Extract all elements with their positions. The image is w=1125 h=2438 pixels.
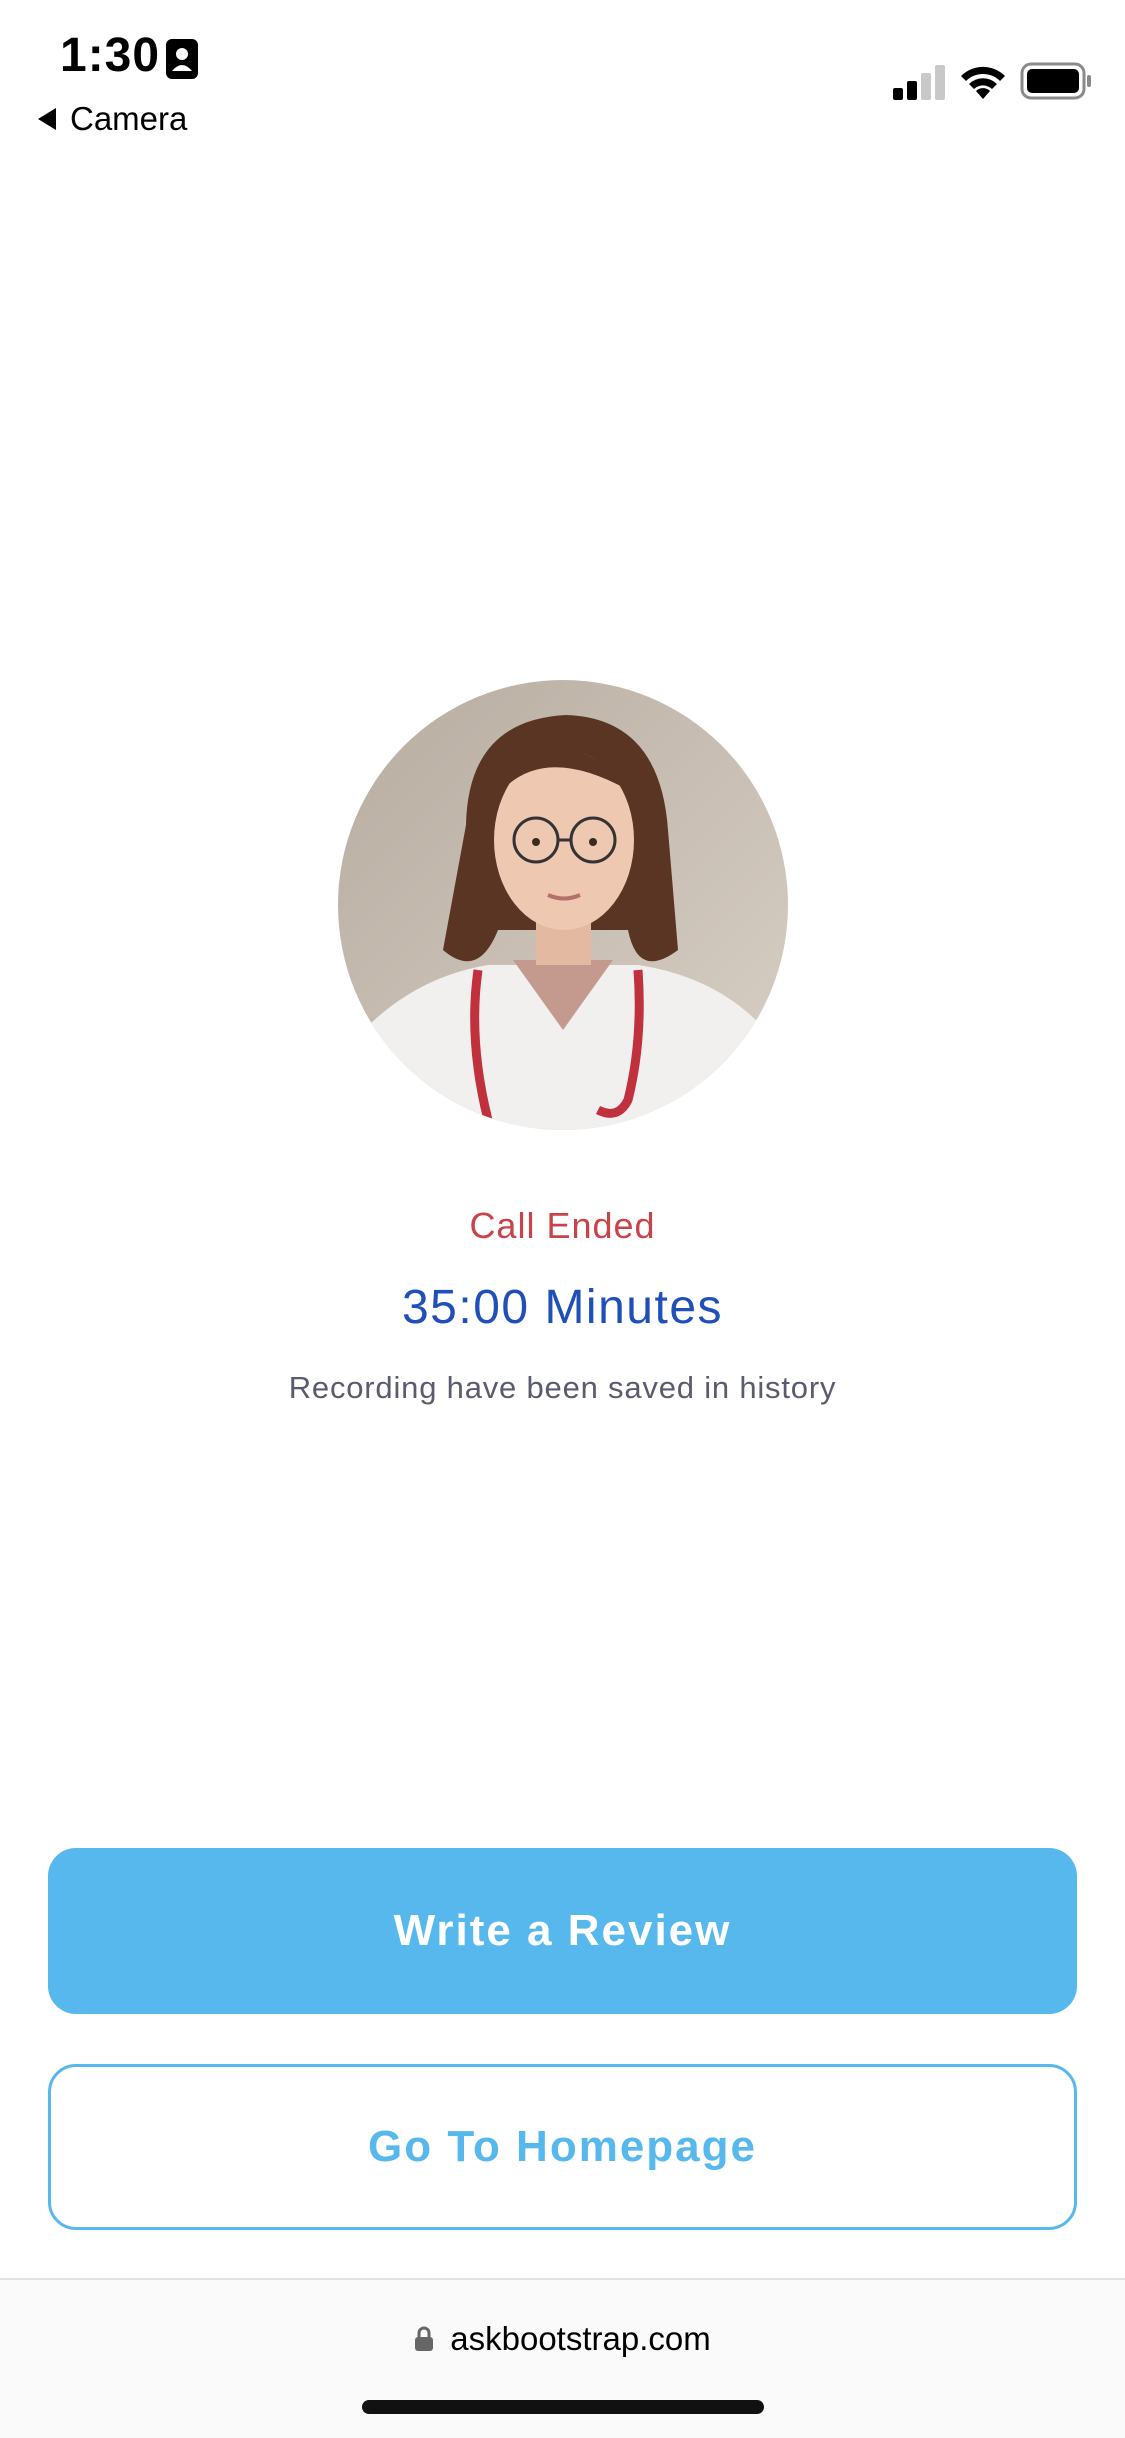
write-review-button[interactable]: Write a Review [48,1848,1077,2014]
doctor-avatar [338,680,788,1130]
back-to-camera-link[interactable]: Camera [38,100,187,138]
cellular-signal-icon [893,65,945,100]
back-arrow-icon [38,108,56,130]
wifi-icon [961,66,1005,99]
browser-address-bar: askbootstrap.com [0,2278,1125,2438]
call-status-text: Call Ended [469,1205,656,1246]
recording-note: Recording have been saved in history [288,1370,837,1405]
go-to-homepage-button[interactable]: Go To Homepage [48,2064,1077,2230]
status-bar: 1:30 Camera [0,0,1125,150]
call-duration: 35:00 Minutes [401,1281,724,1334]
doctor-photo [338,680,788,1130]
back-label: Camera [70,100,188,137]
status-time: 1:30 [60,29,161,82]
url-text: askbootstrap.com [450,2320,711,2357]
url-field[interactable]: askbootstrap.com [0,2320,1125,2358]
battery-icon [1020,62,1091,100]
contact-card-icon [166,39,198,79]
home-indicator[interactable] [362,2400,764,2414]
lock-icon [415,2326,434,2351]
